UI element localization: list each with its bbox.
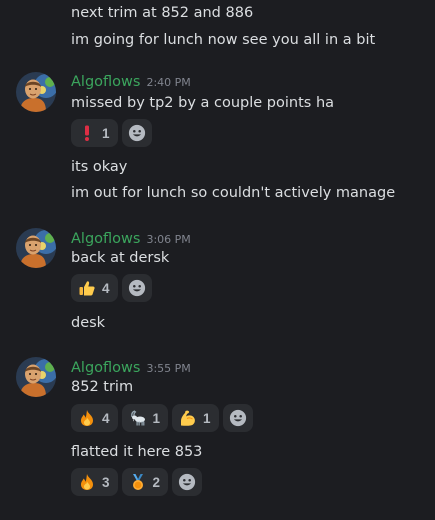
flexed-biceps-icon xyxy=(181,410,195,426)
reaction-count: 4 xyxy=(102,280,110,296)
reaction-bar: 1 xyxy=(71,119,152,147)
reaction-count: 3 xyxy=(102,474,110,490)
username[interactable]: Algoflows xyxy=(71,231,140,247)
add-reaction-button[interactable] xyxy=(121,274,152,302)
add-reaction-button[interactable] xyxy=(121,119,152,147)
reaction-bar: 4 xyxy=(71,274,152,302)
timestamp: 2:40 PM xyxy=(146,76,191,89)
fire-icon xyxy=(81,474,93,490)
message-text: missed by tp2 by a couple points ha xyxy=(71,95,335,111)
medal-icon xyxy=(132,474,143,490)
reaction-count: 4 xyxy=(102,410,110,426)
add-reaction-button[interactable] xyxy=(172,468,203,496)
message-text: im going for lunch now see you all in a … xyxy=(71,32,376,48)
avatar[interactable] xyxy=(16,72,56,112)
avatar[interactable] xyxy=(16,228,56,268)
message-text: desk xyxy=(71,315,106,331)
username[interactable]: Algoflows xyxy=(71,360,140,376)
reaction-count: 1 xyxy=(102,125,110,141)
reaction-exclamation[interactable]: 1 xyxy=(71,119,118,147)
message-text: im out for lunch so couldn't actively ma… xyxy=(71,185,396,201)
add-reaction-icon xyxy=(229,409,247,427)
add-reaction-button[interactable] xyxy=(222,404,253,432)
reaction-fire[interactable]: 4 xyxy=(71,404,118,432)
message-text: its okay xyxy=(71,159,128,175)
add-reaction-icon xyxy=(178,473,196,491)
reaction-bar: 4 1 1 xyxy=(71,404,253,432)
thumbs-up-icon xyxy=(79,281,95,296)
message-text: flatted it here 853 xyxy=(71,444,203,460)
message-text: next trim at 852 and 886 xyxy=(71,5,254,21)
message-text: back at dersk xyxy=(71,250,170,266)
reaction-count: 1 xyxy=(203,410,211,426)
message-text: 852 trim xyxy=(71,379,134,395)
reaction-thumbs-up[interactable]: 4 xyxy=(71,274,118,302)
avatar[interactable] xyxy=(16,357,56,397)
message-header: Algoflows 3:55 PM xyxy=(71,357,191,377)
goat-icon xyxy=(130,410,145,426)
message-header: Algoflows 2:40 PM xyxy=(71,71,191,91)
add-reaction-icon xyxy=(128,279,146,297)
add-reaction-icon xyxy=(128,124,146,142)
reaction-fire[interactable]: 3 xyxy=(71,468,118,496)
fire-icon xyxy=(81,410,93,426)
reaction-medal[interactable]: 2 xyxy=(121,468,169,496)
reaction-count: 2 xyxy=(152,474,161,490)
reaction-goat[interactable]: 1 xyxy=(121,404,169,432)
message-header: Algoflows 3:06 PM xyxy=(71,228,191,248)
timestamp: 3:55 PM xyxy=(146,362,191,375)
timestamp: 3:06 PM xyxy=(146,233,191,246)
exclamation-icon xyxy=(85,125,89,141)
reaction-flexed-biceps[interactable]: 1 xyxy=(172,404,219,432)
reaction-bar: 3 2 xyxy=(71,468,203,496)
username[interactable]: Algoflows xyxy=(71,74,140,90)
reaction-count: 1 xyxy=(152,410,161,426)
